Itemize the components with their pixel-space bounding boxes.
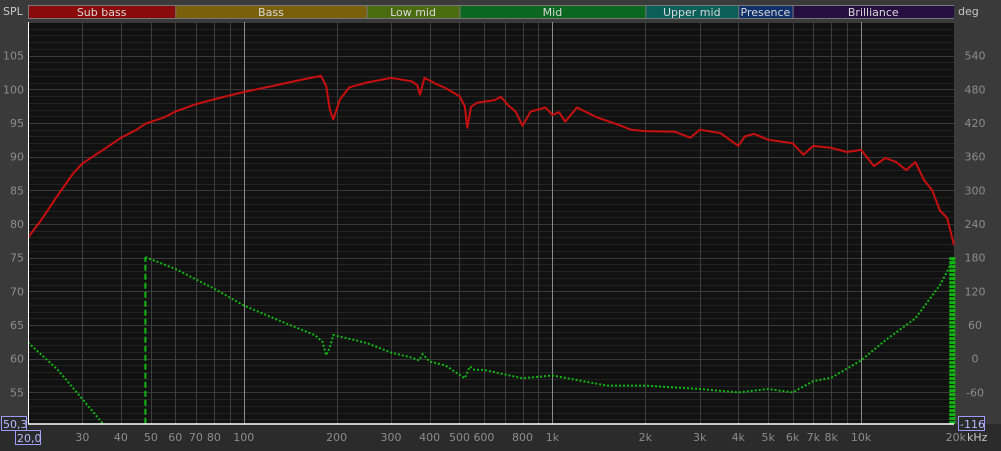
y-tick-label: 90 — [10, 151, 24, 164]
x-tick-label: 200 — [326, 431, 347, 444]
x-tick-label: 8k — [824, 431, 838, 444]
frequency-response-chart: Sub bass Bass Low mid Mid Upper mid Presence B… — [0, 5, 1001, 451]
x-tick-label: 3k — [693, 431, 707, 444]
x-tick-label: 30 — [75, 431, 89, 444]
y-tick-label: 70 — [10, 285, 24, 298]
y-tick-label: 105 — [3, 50, 24, 63]
x-tick-label: 1k — [546, 431, 560, 444]
x-tick-label: 10k — [851, 431, 872, 444]
x-tick-label: 7k — [807, 431, 821, 444]
y-min-value[interactable]: 50,3 — [3, 418, 28, 431]
band-label: Upper mid — [663, 6, 721, 19]
y-tick-label: 95 — [10, 117, 24, 130]
x-tick-label: 300 — [381, 431, 402, 444]
y-tick-label: 55 — [10, 386, 24, 399]
x-tick-label: 70 — [189, 431, 203, 444]
y2-min-value[interactable]: -116 — [960, 418, 985, 431]
y-tick-label: 100 — [3, 83, 24, 96]
x-tick-label: 60 — [168, 431, 182, 444]
band-label: Presence — [741, 6, 791, 19]
y2-tick-label: 480 — [965, 83, 986, 96]
x-tick-label: 4k — [732, 431, 746, 444]
band-label: Sub bass — [77, 6, 127, 19]
x-tick-label: 50 — [144, 431, 158, 444]
y2-tick-label: 60 — [968, 319, 982, 332]
y-tick-label: 85 — [10, 184, 24, 197]
y2-tick-label: 300 — [965, 184, 986, 197]
x-tick-label: 5k — [761, 431, 775, 444]
x-tick-label: 400 — [419, 431, 440, 444]
x-tick-label: 100 — [233, 431, 254, 444]
x-tick-label: 500 — [449, 431, 470, 444]
y2-tick-label: -60 — [966, 386, 984, 399]
band-label: Bass — [258, 6, 284, 19]
y2-tick-label: 420 — [965, 117, 986, 130]
y-tick-label: 75 — [10, 252, 24, 265]
band-label: Mid — [543, 6, 563, 19]
y2-min-box[interactable]: -116 — [958, 416, 985, 432]
y2-tick-label: 0 — [972, 353, 979, 366]
y2-tick-label: 180 — [965, 252, 986, 265]
plot-area — [28, 22, 954, 424]
y2-tick-label: 120 — [965, 285, 986, 298]
x-tick-label: 40 — [114, 431, 128, 444]
x-tick-label: 2k — [639, 431, 653, 444]
y-min-box[interactable]: 50,3 — [1, 416, 28, 432]
y2-tick-label: 360 — [965, 151, 986, 164]
frequency-bands: Sub bass Bass Low mid Mid Upper mid Presence B… — [28, 5, 954, 19]
y-tick-label: 65 — [10, 319, 24, 332]
x-tick-label: 800 — [512, 431, 533, 444]
x-tick-label: 6k — [786, 431, 800, 444]
y-tick-label: 80 — [10, 218, 24, 231]
x-tick-label: 80 — [207, 431, 221, 444]
y2-tick-label: 540 — [965, 50, 986, 63]
y2-tick-label: 240 — [965, 218, 986, 231]
x-min-value[interactable]: 20,0 — [17, 432, 42, 445]
x-tick-label: 600 — [473, 431, 494, 444]
y2-axis-label: deg — [958, 5, 979, 18]
x-unit-label: kHz — [967, 431, 988, 444]
band-label: Low mid — [390, 6, 436, 19]
y-tick-label: 60 — [10, 353, 24, 366]
y-axis-label: SPL — [3, 5, 24, 18]
x-tick-label: 20k — [946, 431, 967, 444]
x-min-box[interactable]: 20,0 — [15, 430, 42, 446]
band-label: Brilliance — [848, 6, 899, 19]
